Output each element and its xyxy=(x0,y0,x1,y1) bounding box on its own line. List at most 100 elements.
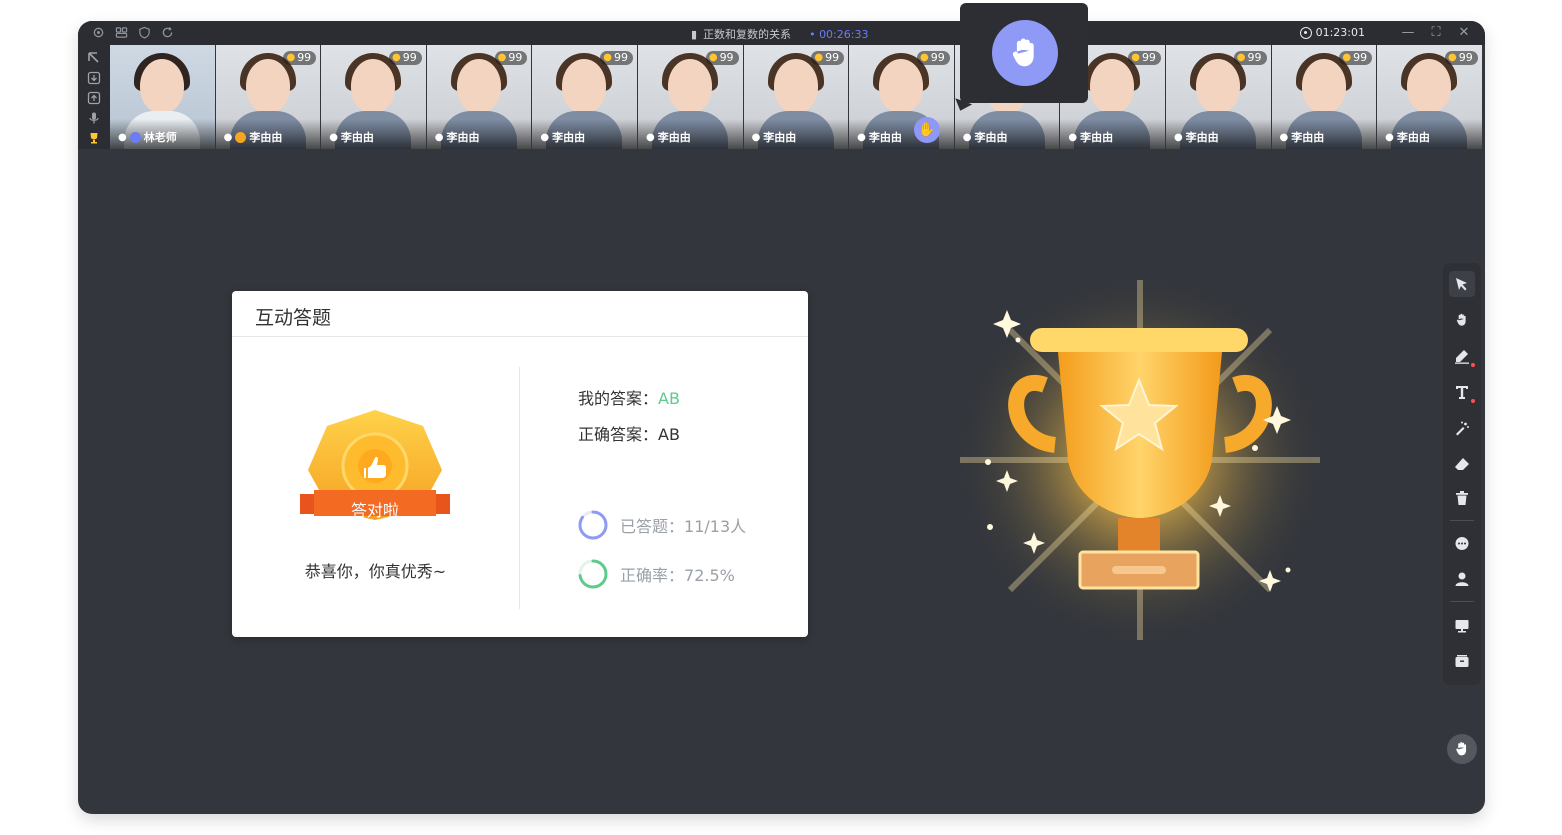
collapse-icon[interactable] xyxy=(87,51,101,65)
student-video-tile[interactable]: ●99●李由由 xyxy=(1165,45,1271,149)
student-video-tile[interactable]: ●99●李由由 xyxy=(1377,45,1482,149)
my-answer-label: 我的答案： xyxy=(578,389,659,408)
mic-icon[interactable]: ● xyxy=(435,132,444,143)
mic-icon[interactable]: ● xyxy=(118,132,127,143)
trophy-small-icon[interactable] xyxy=(87,131,101,145)
mic-icon[interactable]: ● xyxy=(224,132,233,143)
accuracy-progress-ring xyxy=(578,559,608,589)
score-value: 99 xyxy=(825,51,840,64)
mic-icon[interactable]: ● xyxy=(1174,132,1183,143)
score-badge: ●99 xyxy=(389,51,422,65)
close-icon[interactable]: ✕ xyxy=(1457,25,1471,40)
mic-icon[interactable]: ● xyxy=(857,132,866,143)
score-badge: ●99 xyxy=(600,51,633,65)
video-strip: ● 林老师 ● 99 ● 李由由 ● 99 ● 李由由 ● 99 ● 李由由 ● 99 ● 李由由 ● 99 ● 李由由 ●… xyxy=(110,45,1485,149)
teacher-role-icon xyxy=(129,131,141,143)
screen-share-tool[interactable] xyxy=(1449,613,1475,639)
teacher-video-tile[interactable]: ● 林老师 xyxy=(110,45,215,149)
trophy-small-icon: ● xyxy=(1236,52,1246,63)
student-video-tile[interactable]: ●99●李由由 xyxy=(321,45,426,149)
lesson-info: ▮ 正数和复数的关系 • 00:26:33 xyxy=(691,26,868,42)
upload-icon[interactable] xyxy=(87,91,101,105)
settings-icon[interactable] xyxy=(92,26,105,39)
my-answer-value: AB xyxy=(658,389,680,408)
score-badge: ●99 xyxy=(283,51,317,65)
pen-color-dot xyxy=(1471,363,1475,367)
refresh-icon[interactable] xyxy=(161,26,174,39)
record-indicator[interactable]: 01:23:01 xyxy=(1299,26,1365,39)
eraser-tool[interactable] xyxy=(1449,451,1475,477)
title-bar: ▮ 正数和复数的关系 • 00:26:33 01:23:01 — ⛶ ✕ xyxy=(78,21,1485,45)
mic-icon[interactable]: ● xyxy=(1385,132,1394,143)
score-value: 99 xyxy=(297,51,312,64)
pen-icon xyxy=(1455,350,1469,364)
lesson-timer: • 00:26:33 xyxy=(809,27,869,41)
trophy-icon xyxy=(955,275,1325,645)
avatar xyxy=(1407,59,1452,113)
titlebar-left-tools xyxy=(92,26,174,39)
titlebar-right: 01:23:01 — ⛶ ✕ xyxy=(1299,25,1471,40)
avatar xyxy=(456,59,501,113)
pointer-tool[interactable] xyxy=(1449,271,1475,297)
mic-icon[interactable]: ● xyxy=(1068,132,1077,143)
chat-tool[interactable] xyxy=(1449,531,1475,557)
participant-name-row: ● 李由由 xyxy=(540,129,585,145)
score-badge: ●99 xyxy=(1233,51,1267,65)
score-value: 99 xyxy=(402,51,417,64)
hand-tool[interactable] xyxy=(1449,307,1475,333)
participant-name-row: ● 李由由 xyxy=(224,129,283,145)
participant-name-row: ● 李由由 xyxy=(963,129,1008,145)
accuracy-row: 正确率：72.5% xyxy=(578,559,735,589)
star-role-icon xyxy=(235,131,247,143)
mic-icon[interactable]: ● xyxy=(963,132,972,143)
participant-name: 李由由 xyxy=(1396,131,1430,144)
mic-icon[interactable]: ● xyxy=(329,132,338,143)
raise-hand-button[interactable] xyxy=(992,20,1058,86)
video-side-tools xyxy=(78,45,110,149)
medal-label: 答对啦 xyxy=(350,501,399,520)
members-tool[interactable] xyxy=(1449,566,1475,592)
minimize-icon[interactable]: — xyxy=(1401,25,1415,40)
student-video-tile[interactable]: ●99●李由由 xyxy=(637,45,743,149)
avatar xyxy=(879,59,924,113)
raised-hand-icon[interactable]: ✋ xyxy=(913,117,940,143)
trophy-small-icon: ● xyxy=(497,52,507,63)
participant-name: 李由由 xyxy=(974,131,1008,144)
card-title: 互动答题 xyxy=(255,307,332,329)
laser-tool[interactable] xyxy=(1449,415,1475,441)
trophy-small-icon: ● xyxy=(392,52,401,63)
hand-icon xyxy=(1456,742,1467,756)
laser-icon xyxy=(1456,421,1469,436)
score-badge: ●99 xyxy=(705,51,739,65)
cabinet-tool[interactable] xyxy=(1449,648,1475,674)
clear-tool[interactable] xyxy=(1449,485,1475,511)
student-video-tile[interactable]: ●99●李由由 xyxy=(743,45,849,149)
correct-answer-value: AB xyxy=(658,425,680,444)
mic-icon[interactable]: ● xyxy=(646,132,655,143)
mic-icon[interactable]: ● xyxy=(752,132,761,143)
score-badge: ●99 xyxy=(1128,51,1161,65)
pen-tool[interactable] xyxy=(1449,343,1475,369)
mic-icon[interactable]: ● xyxy=(540,132,549,143)
mic-icon[interactable] xyxy=(87,111,101,125)
student-video-tile[interactable]: ● 99 ● 李由由 ✋ xyxy=(849,45,954,149)
student-video-tile[interactable]: ●99 ●李由由 xyxy=(532,45,637,149)
accuracy-value: 72.5% xyxy=(684,566,735,585)
fullscreen-icon[interactable]: ⛶ xyxy=(1429,25,1443,40)
shield-icon[interactable] xyxy=(138,26,151,39)
avatar xyxy=(1301,59,1346,113)
student-video-tile[interactable]: ●99●李由由 xyxy=(1271,45,1377,149)
accuracy-label: 正确率： xyxy=(620,566,685,585)
raise-hand-popover xyxy=(960,3,1088,103)
participant-name-row: ● 李由由 xyxy=(1068,129,1113,145)
mic-icon[interactable]: ● xyxy=(1280,132,1289,143)
student-video-tile[interactable]: ●99●李由由 xyxy=(215,45,321,149)
text-tool[interactable] xyxy=(1449,379,1475,405)
toolbar-separator xyxy=(1450,520,1474,521)
student-video-tile[interactable]: ●99●李由由 xyxy=(426,45,532,149)
download-icon[interactable] xyxy=(87,71,101,85)
raise-hand-float-button[interactable] xyxy=(1447,734,1477,764)
grid-icon[interactable] xyxy=(115,26,128,39)
answered-progress-ring xyxy=(578,510,608,540)
my-answer-row: 我的答案：AB xyxy=(578,385,680,409)
